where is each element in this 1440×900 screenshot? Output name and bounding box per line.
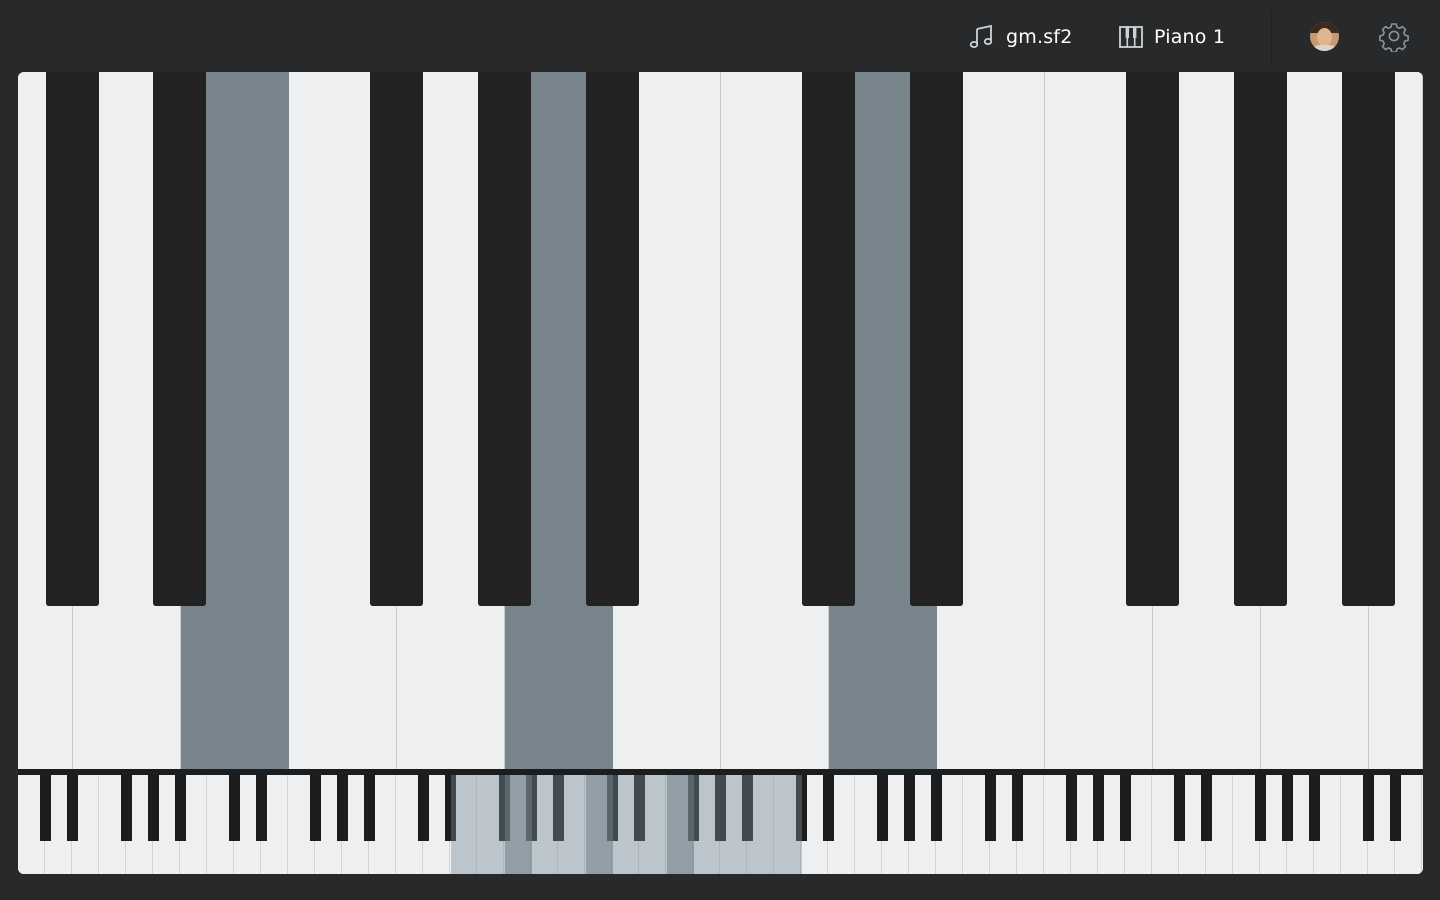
mini-black-key[interactable]	[256, 775, 267, 841]
avatar-face	[1317, 28, 1332, 46]
mini-pressed-key	[586, 775, 613, 874]
mini-black-key[interactable]	[1093, 775, 1104, 841]
black-key-overlay	[910, 72, 963, 606]
gear-icon	[1378, 23, 1410, 56]
mini-black-key[interactable]	[337, 775, 348, 841]
mini-black-key[interactable]	[904, 775, 915, 841]
soundfont-label: gm.sf2	[1006, 26, 1073, 48]
black-key-overlay	[370, 72, 423, 606]
pressed-key-highlight	[208, 72, 289, 769]
black-key-overlay	[153, 72, 206, 606]
instrument-label: Piano 1	[1154, 26, 1226, 48]
mini-black-key[interactable]	[931, 775, 942, 841]
mini-black-key[interactable]	[985, 775, 996, 841]
soundfont-selector[interactable]: gm.sf2	[968, 18, 1073, 56]
mini-black-key[interactable]	[1120, 775, 1131, 841]
black-key-overlay	[802, 72, 855, 606]
black-key-overlay	[1342, 72, 1395, 606]
black-key-overlay	[586, 72, 639, 606]
mini-black-key[interactable]	[67, 775, 78, 841]
black-key-overlay	[1126, 72, 1179, 606]
mini-pressed-key	[505, 775, 532, 874]
black-key-overlay	[1234, 72, 1287, 606]
mini-black-key[interactable]	[1309, 775, 1320, 841]
mini-black-key[interactable]	[310, 775, 321, 841]
mini-black-key[interactable]	[40, 775, 51, 841]
mini-black-key[interactable]	[1174, 775, 1185, 841]
toolbar-divider	[1271, 10, 1272, 64]
avatar-shirt	[1312, 45, 1337, 51]
music-note-icon	[968, 23, 996, 51]
mini-black-key[interactable]	[121, 775, 132, 841]
mini-black-key[interactable]	[418, 775, 429, 841]
mini-black-key[interactable]	[175, 775, 186, 841]
black-key-overlay	[478, 72, 531, 606]
mini-black-key[interactable]	[1390, 775, 1401, 841]
mini-black-key[interactable]	[1201, 775, 1212, 841]
mini-pressed-key	[667, 775, 694, 874]
instrument-selector[interactable]: Piano 1	[1118, 18, 1225, 56]
mini-black-key[interactable]	[1282, 775, 1293, 841]
piano-icon	[1118, 24, 1144, 50]
settings-button[interactable]	[1378, 20, 1410, 53]
user-avatar[interactable]	[1310, 22, 1339, 51]
visible-range-window[interactable]	[451, 775, 802, 874]
mini-black-key[interactable]	[823, 775, 834, 841]
mini-black-key[interactable]	[229, 775, 240, 841]
mini-black-key[interactable]	[1012, 775, 1023, 841]
mini-black-key[interactable]	[1363, 775, 1374, 841]
mini-white-key[interactable]	[1422, 775, 1423, 874]
mini-black-key[interactable]	[1255, 775, 1266, 841]
mini-black-key[interactable]	[148, 775, 159, 841]
mini-black-key[interactable]	[877, 775, 888, 841]
mini-black-key[interactable]	[1066, 775, 1077, 841]
main-keyboard[interactable]	[18, 72, 1423, 769]
mini-keyboard-overview[interactable]	[18, 775, 1423, 874]
top-toolbar: gm.sf2 Piano 1	[0, 0, 1440, 72]
black-key-overlay	[46, 72, 99, 606]
mini-black-key[interactable]	[364, 775, 375, 841]
